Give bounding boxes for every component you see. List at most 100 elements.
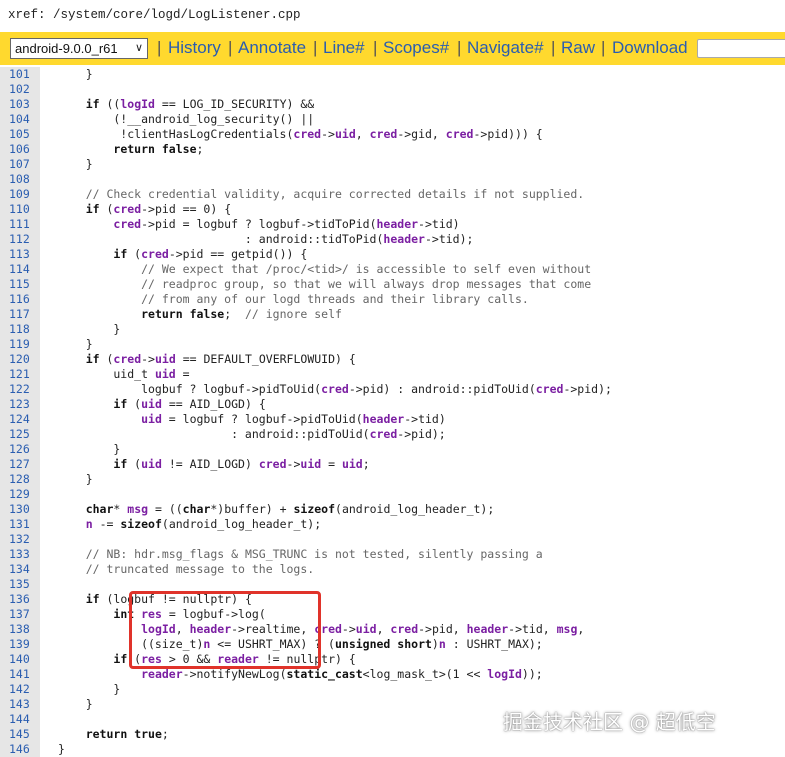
code-line: 146}	[0, 742, 785, 757]
source-code-listing: 101 } 102 103 if ((logId == LOG_ID_SECURIT…	[0, 67, 785, 757]
code-text: reader->notifyNewLog(static_cast<log_mas…	[141, 667, 543, 681]
code-line: 131 n -= sizeof(android_log_header_t);	[0, 517, 785, 532]
line-number-link[interactable]: 136	[0, 592, 40, 607]
line-number-link[interactable]: 140	[0, 652, 40, 667]
code-line: 101 }	[0, 67, 785, 82]
line-number-link[interactable]: 139	[0, 637, 40, 652]
line-number-link[interactable]: 127	[0, 457, 40, 472]
line-number-link[interactable]: 146	[0, 742, 40, 757]
line-number-link[interactable]: 145	[0, 727, 40, 742]
code-text: logbuf ? logbuf->pidToUid(cred->pid) : a…	[58, 382, 612, 396]
code-line: 132	[0, 532, 785, 547]
annotate-link[interactable]: Annotate	[238, 37, 306, 59]
code-text: cred->pid = logbuf ? logbuf->tidToPid(he…	[113, 217, 460, 231]
line-number-link[interactable]: 104	[0, 112, 40, 127]
code-line: 118 }	[0, 322, 785, 337]
line-number-link[interactable]: 141	[0, 667, 40, 682]
nav-separator: |	[313, 38, 318, 57]
line-number-link[interactable]: 120	[0, 352, 40, 367]
line-number-link[interactable]: 101	[0, 67, 40, 82]
code-text: }	[58, 322, 121, 336]
line-number-link[interactable]: 110	[0, 202, 40, 217]
line-number-link[interactable]: 130	[0, 502, 40, 517]
line-number-link[interactable]: 133	[0, 547, 40, 562]
line-number-link[interactable]: 142	[0, 682, 40, 697]
code-text: char* msg = ((char*)buffer) + sizeof(and…	[85, 502, 495, 516]
code-text: // readproc group, so that we will alway…	[141, 277, 592, 291]
code-text: if (cred->uid == DEFAULT_OVERFLOWUID) {	[85, 352, 356, 366]
line-number-link[interactable]: 112	[0, 232, 40, 247]
code-line: 112 : android::tidToPid(header->tid);	[0, 232, 785, 247]
navigate-link[interactable]: Navigate#	[467, 37, 544, 59]
code-text: return false; // ignore self	[141, 307, 342, 321]
line-number-link[interactable]: 144	[0, 712, 40, 727]
line-number-link[interactable]: 102	[0, 82, 40, 97]
line-number-link[interactable]: 124	[0, 412, 40, 427]
line-number-link[interactable]: 109	[0, 187, 40, 202]
code-text: if (uid != AID_LOGD) cred->uid = uid;	[113, 457, 370, 471]
line-number-link[interactable]: 126	[0, 442, 40, 457]
code-line: 140 if (res > 0 && reader != nullptr) {	[0, 652, 785, 667]
line-number-link[interactable]: 134	[0, 562, 40, 577]
line-number-link[interactable]: 129	[0, 487, 40, 502]
line-number-link[interactable]: 117	[0, 307, 40, 322]
code-text: uid_t uid =	[58, 367, 190, 381]
line-number-link[interactable]: 132	[0, 532, 40, 547]
code-line: 115 // readproc group, so that we will a…	[0, 277, 785, 292]
line-number-link[interactable]: 107	[0, 157, 40, 172]
code-text: (!__android_log_security() ||	[58, 112, 315, 126]
line-number-link[interactable]: 122	[0, 382, 40, 397]
line-number-link[interactable]: 116	[0, 292, 40, 307]
line-number-link[interactable]: 121	[0, 367, 40, 382]
code-text: if (cred->pid == 0) {	[85, 202, 232, 216]
code-line: 120 if (cred->uid == DEFAULT_OVERFLOWUID…	[0, 352, 785, 367]
branch-select[interactable]: android-9.0.0_r61 ∨	[10, 38, 148, 59]
line-number-link[interactable]: 123	[0, 397, 40, 412]
code-line: 122 logbuf ? logbuf->pidToUid(cred->pid)…	[0, 382, 785, 397]
code-text: if ((logId == LOG_ID_SECURITY) &&	[85, 97, 315, 111]
nav-separator: |	[601, 38, 606, 57]
line-numbers-link[interactable]: Line#	[323, 37, 365, 59]
line-number-link[interactable]: 113	[0, 247, 40, 262]
code-line: 116 // from any of our logd threads and …	[0, 292, 785, 307]
code-line: 135	[0, 577, 785, 592]
scopes-link[interactable]: Scopes#	[383, 37, 449, 59]
line-number-link[interactable]: 103	[0, 97, 40, 112]
line-number-link[interactable]: 131	[0, 517, 40, 532]
code-text: if (uid == AID_LOGD) {	[113, 397, 266, 411]
line-number-link[interactable]: 128	[0, 472, 40, 487]
history-link[interactable]: History	[168, 37, 221, 59]
download-link[interactable]: Download	[612, 37, 688, 59]
code-text: }	[58, 682, 121, 696]
raw-link[interactable]: Raw	[561, 37, 595, 59]
line-number-link[interactable]: 115	[0, 277, 40, 292]
code-line: 110 if (cred->pid == 0) {	[0, 202, 785, 217]
code-line: 127 if (uid != AID_LOGD) cred->uid = uid…	[0, 457, 785, 472]
code-text: : android::pidToUid(cred->pid);	[58, 427, 446, 441]
line-number-link[interactable]: 125	[0, 427, 40, 442]
code-line: 109 // Check credential validity, acquir…	[0, 187, 785, 202]
code-line: 103 if ((logId == LOG_ID_SECURITY) &&	[0, 97, 785, 112]
line-number-link[interactable]: 138	[0, 622, 40, 637]
line-number-link[interactable]: 135	[0, 577, 40, 592]
line-number-link[interactable]: 119	[0, 337, 40, 352]
line-number-link[interactable]: 111	[0, 217, 40, 232]
line-number-link[interactable]: 106	[0, 142, 40, 157]
line-number-link[interactable]: 137	[0, 607, 40, 622]
line-number-link[interactable]: 143	[0, 697, 40, 712]
code-text: // from any of our logd threads and thei…	[141, 292, 529, 306]
code-line: 102	[0, 82, 785, 97]
code-text: }	[58, 472, 93, 486]
line-number-link[interactable]: 105	[0, 127, 40, 142]
code-text: !clientHasLogCredentials(cred->uid, cred…	[58, 127, 543, 141]
code-line: 105 !clientHasLogCredentials(cred->uid, …	[0, 127, 785, 142]
search-input[interactable]	[697, 39, 785, 58]
code-text: // NB: hdr.msg_flags & MSG_TRUNC is not …	[85, 547, 543, 561]
code-line: 129	[0, 487, 785, 502]
line-number-link[interactable]: 108	[0, 172, 40, 187]
line-number-link[interactable]: 118	[0, 322, 40, 337]
line-number-link[interactable]: 114	[0, 262, 40, 277]
code-line: 114 // We expect that /proc/<tid>/ is ac…	[0, 262, 785, 277]
code-text: }	[58, 742, 65, 756]
code-text: }	[58, 337, 93, 351]
